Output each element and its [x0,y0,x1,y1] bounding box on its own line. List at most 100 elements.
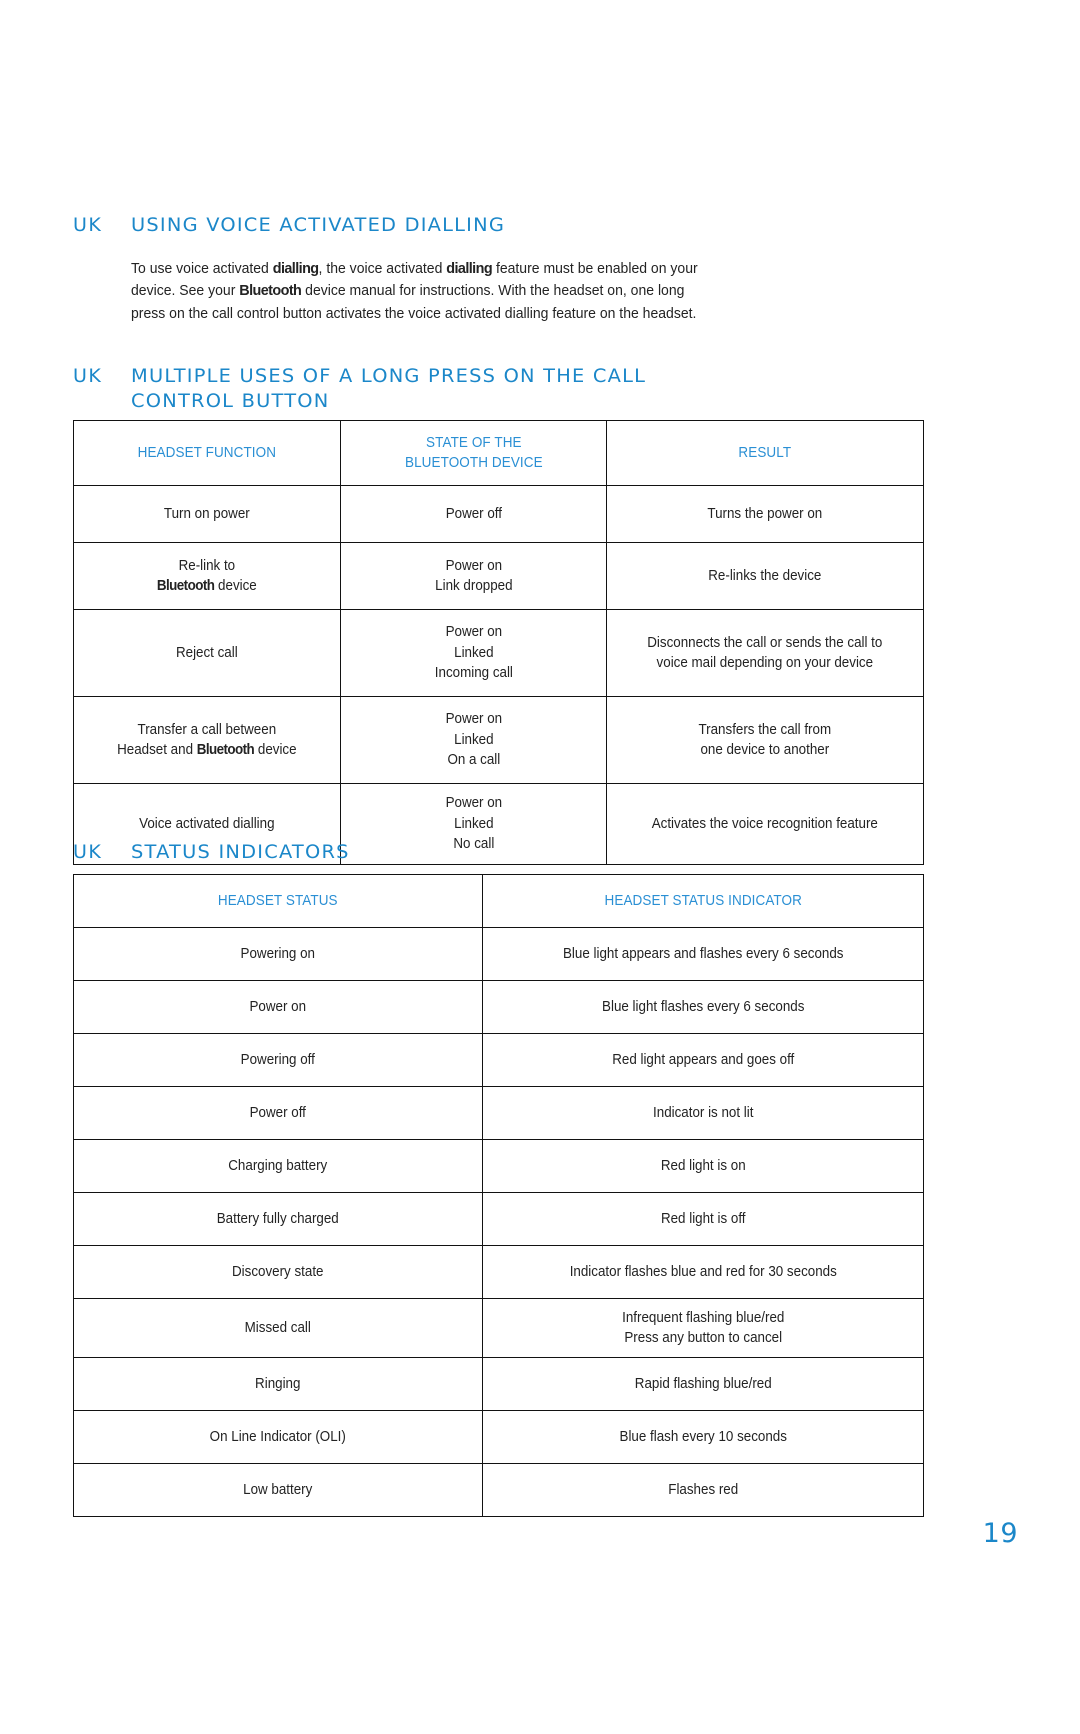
cell-text: Red light is off [660,1210,746,1227]
table-row: Turn on power Power off Turns the power … [73,485,924,543]
table-header-row: HEADSET STATUS HEADSET STATUS INDICATOR [73,874,925,928]
cell-text: Blue light flashes every 6 seconds [601,998,804,1015]
document-page: UK USING VOICE ACTIVATED DIALLING To use… [0,0,1080,1734]
cell-headset-status: On Line Indicator (OLI) [73,1410,483,1464]
section-heading-status-indicators: UK STATUS INDICATORS [73,840,873,865]
cell-text: Infrequent flashing blue/red Press any b… [621,1309,784,1347]
header-text: HEADSET STATUS INDICATOR [604,892,802,909]
cell-headset-status: Missed call [73,1298,483,1358]
table-row: Ringing Rapid flashing blue/red [73,1357,925,1411]
header-line-2: BLUETOOTH DEVICE [404,454,543,471]
para-bold-dialling-1: dialling [272,259,319,277]
cell-text: Ringing [255,1375,301,1392]
cell-text: Power on Linked On a call [445,711,502,769]
cell-text: Powering off [240,1051,315,1068]
cell-text: Disconnects the call or sends the call t… [647,634,883,672]
table-row: Reject call Power on Linked Incoming cal… [73,609,924,697]
table-row: Powering off Red light appears and goes … [73,1033,925,1087]
cell-text: Blue flash every 10 seconds [619,1428,787,1445]
language-tag-uk: UK [73,365,103,387]
column-header-headset-status: HEADSET STATUS [73,874,483,928]
cell-headset-status-indicator: Rapid flashing blue/red [481,1357,925,1411]
cell-text: On Line Indicator (OLI) [209,1428,346,1445]
cell-text: Re-link to Bluetooth device [91,556,323,597]
heading-line-2: CONTROL BUTTON [131,390,330,412]
para-bold-bluetooth: Bluetooth [239,282,302,300]
cell-text: Power off [445,505,502,522]
cell-text: Discovery state [232,1263,324,1280]
table-row: On Line Indicator (OLI) Blue flash every… [73,1410,925,1464]
header-text: STATE OF THE BLUETOOTH DEVICE [361,433,586,473]
column-header-result: RESULT [606,420,924,486]
cell-text: Red light is on [660,1157,746,1174]
cell-text-pre: Re-link to [178,557,236,574]
cell-state: Power off [339,485,608,543]
cell-text-post: device [214,578,257,594]
cell-text: Transfers the call from one device to an… [698,721,832,759]
table-row: Battery fully charged Red light is off [73,1192,925,1246]
cell-headset-status-indicator: Indicator is not lit [481,1086,925,1140]
cell-text: Power on Link dropped [434,557,513,595]
cell-text: Re-links the device [708,567,822,584]
cell-text-bold-bluetooth: Bluetooth [196,742,255,758]
table-header-row: HEADSET FUNCTION STATE OF THE BLUETOOTH D… [73,420,924,486]
cell-headset-status-indicator: Blue flash every 10 seconds [481,1410,925,1464]
table-row: Powering on Blue light appears and flash… [73,927,925,981]
column-header-headset-function: HEADSET FUNCTION [73,420,341,486]
column-header-headset-status-indicator: HEADSET STATUS INDICATOR [481,874,925,928]
cell-text: Turn on power [163,505,250,522]
table-long-press-uses: HEADSET FUNCTION STATE OF THE BLUETOOTH D… [73,420,924,865]
cell-headset-status: Ringing [73,1357,483,1411]
cell-headset-status: Power off [73,1086,483,1140]
cell-text: Rapid flashing blue/red [634,1375,772,1392]
header-text: HEADSET FUNCTION [137,444,277,461]
cell-headset-status-indicator: Red light appears and goes off [481,1033,925,1087]
cell-headset-status: Powering off [73,1033,483,1087]
cell-text: Battery fully charged [216,1210,339,1227]
cell-headset-status: Discovery state [73,1245,483,1299]
para-bold-dialling-2: dialling [446,259,493,277]
section-heading-text: USING VOICE ACTIVATED DIALLING [131,214,506,236]
cell-text-post: device [254,742,297,758]
cell-headset-function: Turn on power [73,485,341,543]
language-tag-uk: UK [73,214,103,236]
cell-text: Activates the voice recognition feature [652,815,879,832]
header-text: RESULT [738,444,792,461]
cell-result: Disconnects the call or sends the call t… [606,609,924,697]
header-line-1: STATE OF THE [425,434,522,451]
cell-text: Indicator is not lit [652,1104,753,1121]
table-row: Discovery state Indicator flashes blue a… [73,1245,925,1299]
heading-line-1: MULTIPLE USES OF A LONG PRESS ON THE CAL… [131,365,647,387]
cell-text-bold-bluetooth: Bluetooth [156,578,215,594]
header-text: HEADSET STATUS [217,892,338,909]
table-status-indicators: HEADSET STATUS HEADSET STATUS INDICATOR … [73,874,925,1517]
cell-text: Blue light appears and flashes every 6 s… [562,945,843,962]
cell-text: Flashes red [667,1481,738,1498]
cell-headset-function: Re-link to Bluetooth device [73,542,341,610]
section-heading-voice-dialling: UK USING VOICE ACTIVATED DIALLING [73,213,873,238]
cell-text: Power off [249,1104,306,1121]
cell-text: Low battery [243,1481,313,1498]
cell-text: Power on Linked Incoming call [434,624,513,682]
table-row: Charging battery Red light is on [73,1139,925,1193]
cell-state: Power on Link dropped [339,542,608,610]
para-text-2: , the voice activated [318,260,447,277]
section-heading-long-press: UK MULTIPLE USES OF A LONG PRESS ON THE … [73,364,873,414]
cell-headset-function: Transfer a call between Headset and Blue… [73,696,341,784]
section-heading-text: MULTIPLE USES OF A LONG PRESS ON THE CAL… [131,364,845,414]
cell-headset-status-indicator: Blue light flashes every 6 seconds [481,980,925,1034]
column-header-state-of-bluetooth-device: STATE OF THE BLUETOOTH DEVICE [339,420,608,486]
cell-headset-function: Reject call [73,609,341,697]
cell-state: Power on Linked On a call [339,696,608,784]
cell-text: Powering on [240,945,315,962]
para-text-1: To use voice activated [131,260,273,277]
section-heading-text: STATUS INDICATORS [131,841,350,863]
cell-text: Missed call [244,1319,311,1336]
cell-text: Red light appears and goes off [611,1051,794,1068]
page-number: 19 [982,1518,1018,1549]
cell-headset-status-indicator: Red light is on [481,1139,925,1193]
cell-text: Reject call [175,644,238,661]
table-row: Low battery Flashes red [73,1463,925,1517]
cell-headset-status: Battery fully charged [73,1192,483,1246]
cell-text: Turns the power on [707,505,823,522]
